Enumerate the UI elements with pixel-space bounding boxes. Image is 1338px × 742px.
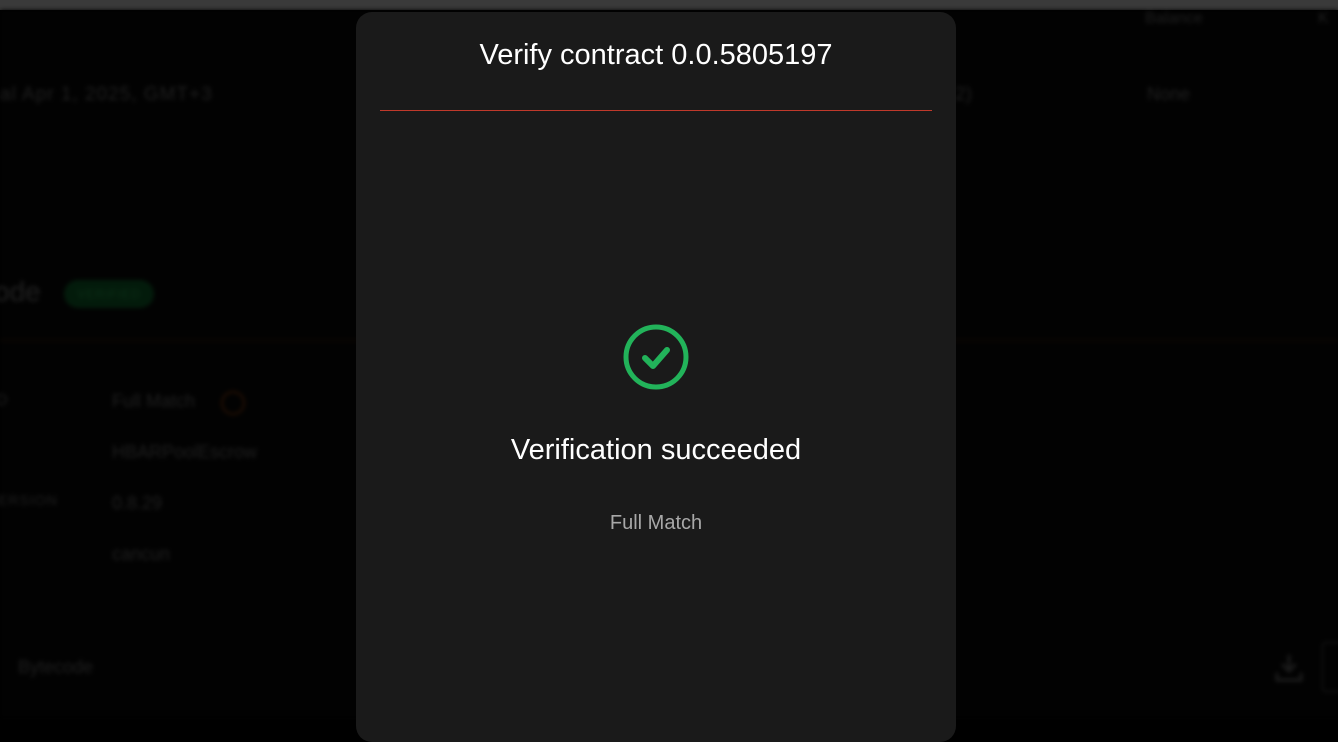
dialog-title-divider [380, 110, 932, 111]
verification-match-type: Full Match [609, 512, 703, 534]
verification-status-heading: Verification succeeded [510, 434, 802, 466]
dialog-title: Verify contract 0.0.5805197 [479, 39, 833, 71]
browser-top-bar [0, 0, 1338, 10]
check-circle-icon [622, 323, 690, 391]
verify-contract-dialog: Verify contract 0.0.5805197 Verification… [356, 12, 956, 742]
